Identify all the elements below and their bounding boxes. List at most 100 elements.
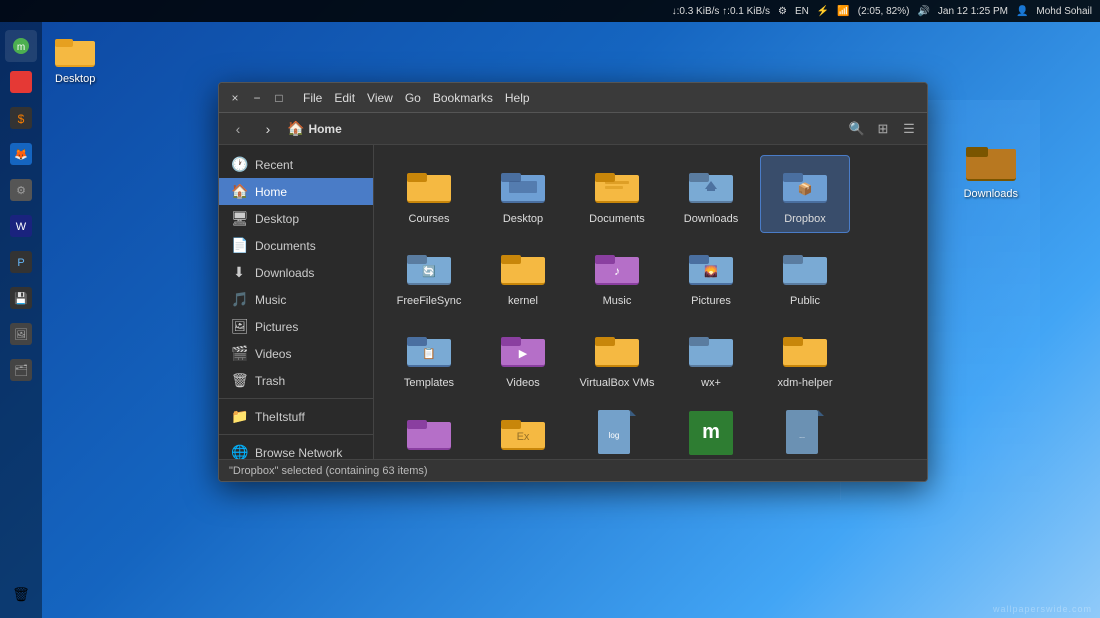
file-item-sandvpersonal[interactable]: ... sandvpersonal. bbox=[760, 402, 850, 459]
menu-bookmarks[interactable]: Bookmarks bbox=[433, 91, 493, 105]
sidebar-label-music: Music bbox=[255, 293, 286, 307]
sidebar-label-downloads: Downloads bbox=[255, 266, 314, 280]
status-text: "Dropbox" selected (containing 63 items) bbox=[229, 465, 428, 477]
network-icon: 📶 bbox=[837, 6, 849, 17]
sidebar-item-pictures[interactable]: 🖼 Pictures bbox=[219, 313, 373, 340]
file-item-public[interactable]: Public bbox=[760, 237, 850, 315]
sidebar-divider-2 bbox=[219, 434, 373, 435]
forward-button[interactable]: › bbox=[257, 118, 279, 140]
display-icon: ⚙ bbox=[778, 6, 787, 17]
taskbar-icon-3[interactable]: $ bbox=[5, 102, 37, 134]
sidebar-item-theItstuff[interactable]: 📁 TheItstuff bbox=[219, 403, 373, 430]
back-button[interactable]: ‹ bbox=[227, 118, 249, 140]
desktop-downloads-folder[interactable]: Downloads bbox=[964, 140, 1018, 200]
file-item-examples[interactable]: Ex Examples bbox=[478, 402, 568, 459]
sidebar-item-trash[interactable]: 🗑 Trash bbox=[219, 367, 373, 394]
grid-view-button[interactable]: ⊞ bbox=[873, 119, 893, 139]
file-icon-hserr: log bbox=[593, 409, 641, 457]
taskbar: ↓:0.3 KiB/s ↑:0.1 KiB/s ⚙ EN ⚡ 📶 (2:05, … bbox=[0, 0, 1100, 22]
file-item-virtualbox[interactable]: VirtualBox VMs bbox=[572, 319, 662, 397]
folder-icon-templates: 📋 bbox=[405, 326, 453, 374]
folder-icon-examples: Ex bbox=[499, 409, 547, 457]
search-button[interactable]: 🔍 bbox=[847, 119, 867, 139]
file-label-kernel: kernel bbox=[508, 295, 538, 308]
sidebar-item-browse-network[interactable]: 🌐 Browse Network bbox=[219, 439, 373, 459]
pictures-icon: 🖼 bbox=[231, 318, 247, 335]
taskbar-icon-6[interactable]: W bbox=[5, 210, 37, 242]
taskbar-icon-10[interactable]: 🗂 bbox=[5, 354, 37, 386]
menu-help[interactable]: Help bbox=[505, 91, 530, 105]
file-item-mintlogo[interactable]: m mintlogo-color.svg bbox=[666, 402, 756, 459]
file-item-music[interactable]: ♪ Music bbox=[572, 237, 662, 315]
sidebar-item-desktop[interactable]: 🖥 Desktop bbox=[219, 205, 373, 232]
svg-text:log: log bbox=[609, 431, 620, 440]
browse-network-icon: 🌐 bbox=[231, 444, 247, 459]
folder-icon-public bbox=[781, 244, 829, 292]
menu-file[interactable]: File bbox=[303, 91, 322, 105]
window-controls: × − □ bbox=[227, 90, 287, 106]
file-item-pictures[interactable]: 🌄 Pictures bbox=[666, 237, 756, 315]
taskbar-icon-1[interactable]: m bbox=[5, 30, 37, 62]
sidebar-item-documents[interactable]: 📄 Documents bbox=[219, 232, 373, 259]
close-button[interactable]: × bbox=[227, 90, 243, 106]
taskbar-icon-8[interactable]: 💾 bbox=[5, 282, 37, 314]
file-item-zen[interactable]: zen bbox=[384, 402, 474, 459]
svg-text:💾: 💾 bbox=[14, 292, 28, 305]
datetime: Jan 12 1:25 PM bbox=[938, 6, 1008, 17]
menu-view[interactable]: View bbox=[367, 91, 393, 105]
file-item-freefilesync[interactable]: 🔄 FreeFileSync bbox=[384, 237, 474, 315]
file-item-desktop[interactable]: Desktop bbox=[478, 155, 568, 233]
taskbar-icon-9[interactable]: 🖼 bbox=[5, 318, 37, 350]
file-item-templates[interactable]: 📋 Templates bbox=[384, 319, 474, 397]
maximize-button[interactable]: □ bbox=[271, 90, 287, 106]
file-item-downloads[interactable]: Downloads bbox=[666, 155, 756, 233]
folder-icon-xdmhelper bbox=[781, 326, 829, 374]
volume-icon: 🔊 bbox=[917, 6, 929, 17]
recent-icon: 🕐 bbox=[231, 156, 247, 173]
file-item-kernel[interactable]: kernel bbox=[478, 237, 568, 315]
file-icon-mintlogo: m bbox=[687, 409, 735, 457]
svg-text:🔄: 🔄 bbox=[422, 265, 436, 278]
folder-icon-downloads bbox=[687, 162, 735, 210]
file-item-wx[interactable]: wx+ bbox=[666, 319, 756, 397]
folder-icon-wx bbox=[687, 326, 735, 374]
taskbar-icon-trash[interactable]: 🗑 bbox=[5, 578, 37, 610]
desktop-folder-icon[interactable]: Desktop bbox=[55, 30, 95, 85]
taskbar-icon-5[interactable]: ⚙ bbox=[5, 174, 37, 206]
svg-text:Ex: Ex bbox=[517, 431, 530, 443]
username: Mohd Sohail bbox=[1036, 6, 1092, 17]
folder-icon-dropbox: 📦 bbox=[781, 162, 829, 210]
file-label-desktop: Desktop bbox=[503, 213, 543, 226]
sidebar-label-browse-network: Browse Network bbox=[255, 446, 342, 460]
taskbar-icon-4[interactable]: 🦊 bbox=[5, 138, 37, 170]
list-view-button[interactable]: ☰ bbox=[899, 119, 919, 139]
file-item-xdmhelper[interactable]: xdm-helper bbox=[760, 319, 850, 397]
file-manager-window: × − □ File Edit View Go Bookmarks Help ‹… bbox=[218, 82, 928, 482]
minimize-button[interactable]: − bbox=[249, 90, 265, 106]
file-item-dropbox[interactable]: 📦 Dropbox bbox=[760, 155, 850, 233]
sidebar-item-downloads[interactable]: ⬇ Downloads bbox=[219, 259, 373, 286]
sidebar-item-recent[interactable]: 🕐 Recent bbox=[219, 151, 373, 178]
sidebar-item-videos[interactable]: 🎬 Videos bbox=[219, 340, 373, 367]
sidebar-divider-1 bbox=[219, 398, 373, 399]
file-label-documents: Documents bbox=[589, 213, 645, 226]
fm-sidebar: 🕐 Recent 🏠 Home 🖥 Desktop 📄 Documents ⬇ … bbox=[219, 145, 374, 459]
menu-edit[interactable]: Edit bbox=[334, 91, 355, 105]
menu-go[interactable]: Go bbox=[405, 91, 421, 105]
file-item-courses[interactable]: Courses bbox=[384, 155, 474, 233]
sidebar-item-music[interactable]: 🎵 Music bbox=[219, 286, 373, 313]
fm-titlebar: × − □ File Edit View Go Bookmarks Help bbox=[219, 83, 927, 113]
documents-icon: 📄 bbox=[231, 237, 247, 254]
file-item-documents[interactable]: Documents bbox=[572, 155, 662, 233]
svg-text:🦊: 🦊 bbox=[14, 148, 28, 161]
file-label-pictures: Pictures bbox=[691, 295, 731, 308]
file-label-music: Music bbox=[603, 295, 632, 308]
sidebar-item-home[interactable]: 🏠 Home bbox=[219, 178, 373, 205]
folder-icon-pictures: 🌄 bbox=[687, 244, 735, 292]
fm-toolbar: ‹ › 🏠 Home 🔍 ⊞ ☰ bbox=[219, 113, 927, 145]
taskbar-icon-7[interactable]: P bbox=[5, 246, 37, 278]
file-item-hserr[interactable]: log hs_err_pid1922.log bbox=[572, 402, 662, 459]
taskbar-icon-2[interactable] bbox=[5, 66, 37, 98]
theItstuff-icon: 📁 bbox=[231, 408, 247, 425]
file-item-videos[interactable]: ▶ Videos bbox=[478, 319, 568, 397]
